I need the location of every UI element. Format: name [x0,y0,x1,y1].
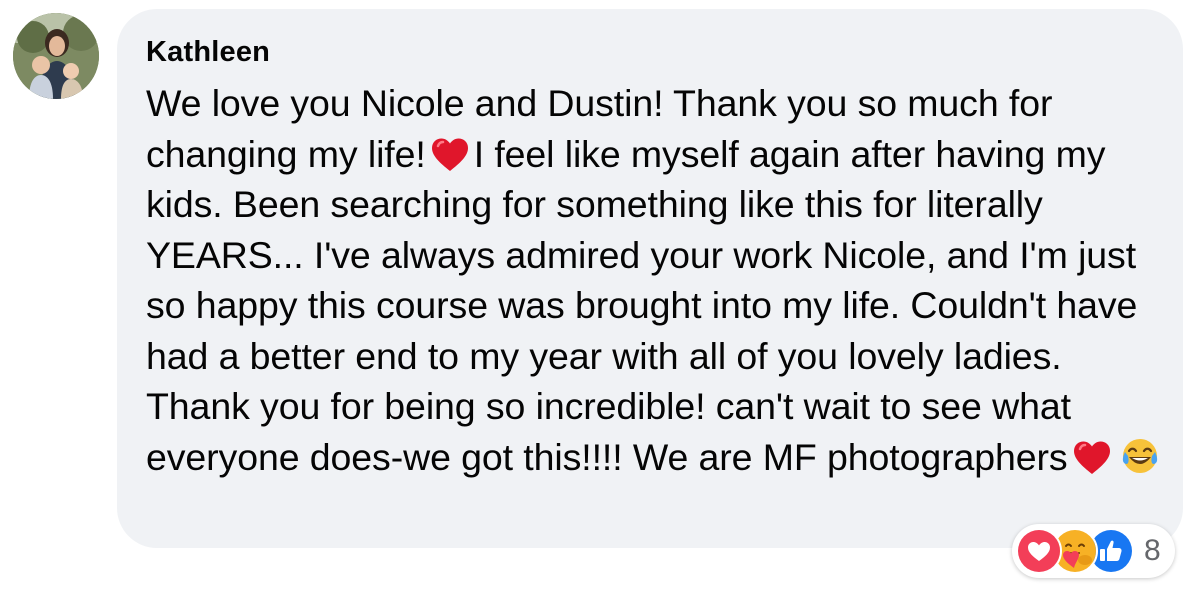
comment-bubble: Kathleen We love you Nicole and Dustin! … [117,9,1183,548]
avatar-photo [13,13,99,99]
comment-text: We love you Nicole and Dustin! Thank you… [146,78,1166,482]
red-heart-icon [430,137,470,173]
reaction-summary[interactable]: 8 [1012,524,1175,578]
red-heart-icon [1072,440,1112,476]
comment-author-name[interactable]: Kathleen [146,36,270,69]
love-reaction-icon [1016,528,1062,574]
tears-of-joy-icon [1120,436,1160,476]
comment-stage: Kathleen We love you Nicole and Dustin! … [0,0,1200,607]
reaction-count[interactable]: 8 [1144,534,1161,568]
avatar[interactable] [13,13,99,99]
comment-text-part-2: I feel like myself again after having my… [146,132,1138,478]
